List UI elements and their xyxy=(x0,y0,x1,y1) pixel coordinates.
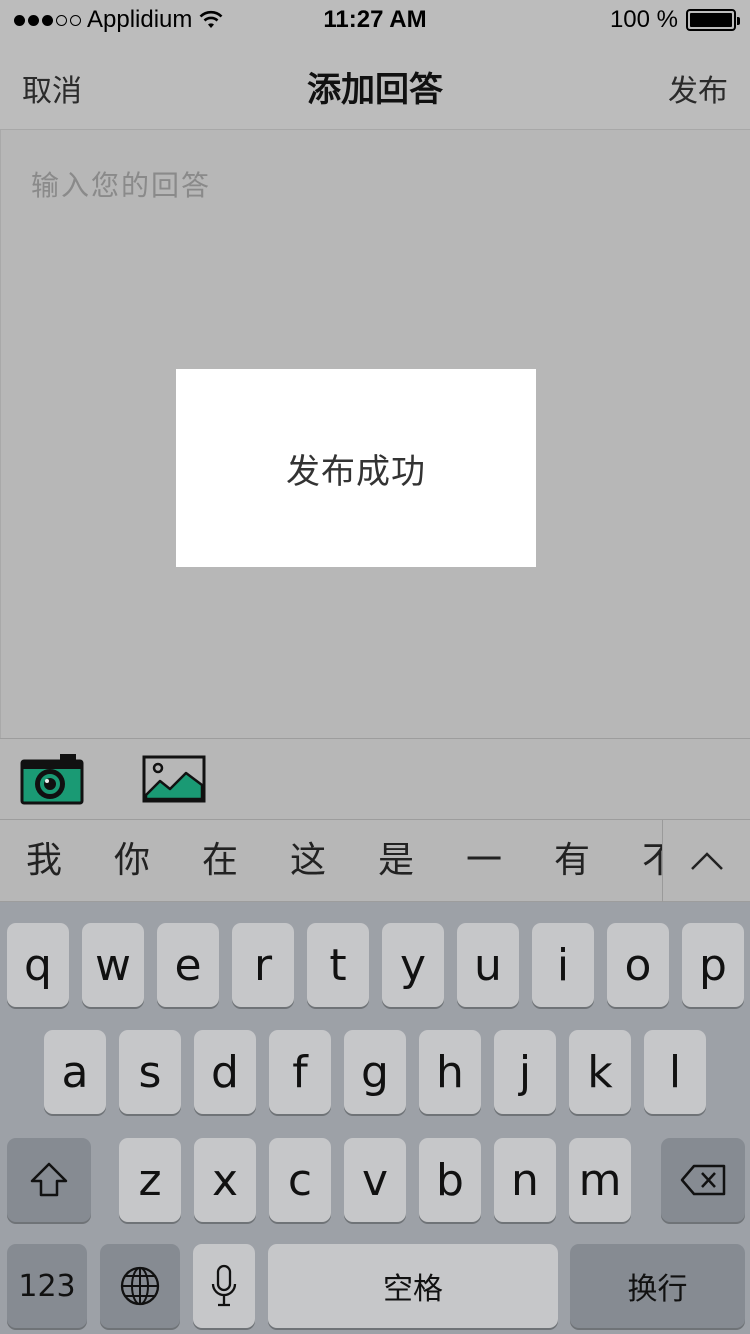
key-r[interactable]: r xyxy=(232,923,294,1007)
status-bar: Applidium 11:27 AM 100 % xyxy=(0,0,750,40)
shift-key[interactable] xyxy=(7,1138,91,1222)
candidate-list: 我 你 在 这 是 一 有 不 xyxy=(0,820,662,902)
numbers-key[interactable]: 123 xyxy=(7,1244,87,1328)
candidate-word[interactable]: 一 xyxy=(440,820,528,902)
answer-placeholder: 输入您的回答 xyxy=(31,170,212,201)
candidate-bar: 我 你 在 这 是 一 有 不 xyxy=(0,820,750,902)
key-m[interactable]: m xyxy=(569,1138,631,1222)
battery-percent: 100 % xyxy=(609,6,678,33)
candidate-word[interactable]: 在 xyxy=(176,820,264,902)
key-f[interactable]: f xyxy=(269,1030,331,1114)
image-icon[interactable] xyxy=(142,755,206,803)
candidate-word[interactable]: 是 xyxy=(352,820,440,902)
key-z[interactable]: z xyxy=(119,1138,181,1222)
globe-key[interactable] xyxy=(100,1244,180,1328)
key-s[interactable]: s xyxy=(119,1030,181,1114)
shift-icon xyxy=(30,1162,68,1197)
backspace-key[interactable] xyxy=(661,1138,745,1222)
key-h[interactable]: h xyxy=(419,1030,481,1114)
candidate-word[interactable]: 这 xyxy=(264,820,352,902)
key-b[interactable]: b xyxy=(419,1138,481,1222)
page-title: 添加回答 xyxy=(307,71,443,109)
collapse-candidates-button[interactable] xyxy=(662,820,750,902)
key-c[interactable]: c xyxy=(269,1138,331,1222)
key-u[interactable]: u xyxy=(457,923,519,1007)
battery-icon xyxy=(686,9,740,31)
key-d[interactable]: d xyxy=(194,1030,256,1114)
key-g[interactable]: g xyxy=(344,1030,406,1114)
media-toolbar xyxy=(0,738,750,820)
return-key[interactable]: 换行 xyxy=(570,1244,745,1328)
globe-icon xyxy=(120,1266,160,1306)
candidate-word[interactable]: 有 xyxy=(528,820,616,902)
key-n[interactable]: n xyxy=(494,1138,556,1222)
toast-message: 发布成功 xyxy=(286,452,426,491)
candidate-word[interactable]: 你 xyxy=(88,820,176,902)
key-k[interactable]: k xyxy=(569,1030,631,1114)
navigation-bar: 取消 添加回答 发布 xyxy=(0,40,750,130)
key-w[interactable]: w xyxy=(82,923,144,1007)
publish-button[interactable]: 发布 xyxy=(668,66,728,110)
key-t[interactable]: t xyxy=(307,923,369,1007)
candidate-word[interactable]: 不 xyxy=(616,820,662,902)
key-e[interactable]: e xyxy=(157,923,219,1007)
microphone-icon xyxy=(211,1264,237,1307)
key-p[interactable]: p xyxy=(682,923,744,1007)
backspace-icon xyxy=(680,1164,726,1196)
key-x[interactable]: x xyxy=(194,1138,256,1222)
key-a[interactable]: a xyxy=(44,1030,106,1114)
success-toast: 发布成功 xyxy=(176,369,536,567)
chevron-up-icon xyxy=(690,852,723,870)
key-q[interactable]: q xyxy=(7,923,69,1007)
space-key[interactable]: 空格 xyxy=(268,1244,558,1328)
key-j[interactable]: j xyxy=(494,1030,556,1114)
key-i[interactable]: i xyxy=(532,923,594,1007)
status-right: 100 % xyxy=(609,6,740,34)
key-y[interactable]: y xyxy=(382,923,444,1007)
candidate-word[interactable]: 我 xyxy=(0,820,88,902)
keyboard: q w e r t y u i o p a s d f g h j k l z … xyxy=(0,902,750,1334)
microphone-key[interactable] xyxy=(193,1244,255,1328)
key-l[interactable]: l xyxy=(644,1030,706,1114)
key-o[interactable]: o xyxy=(607,923,669,1007)
camera-icon[interactable] xyxy=(20,751,84,807)
key-v[interactable]: v xyxy=(344,1138,406,1222)
